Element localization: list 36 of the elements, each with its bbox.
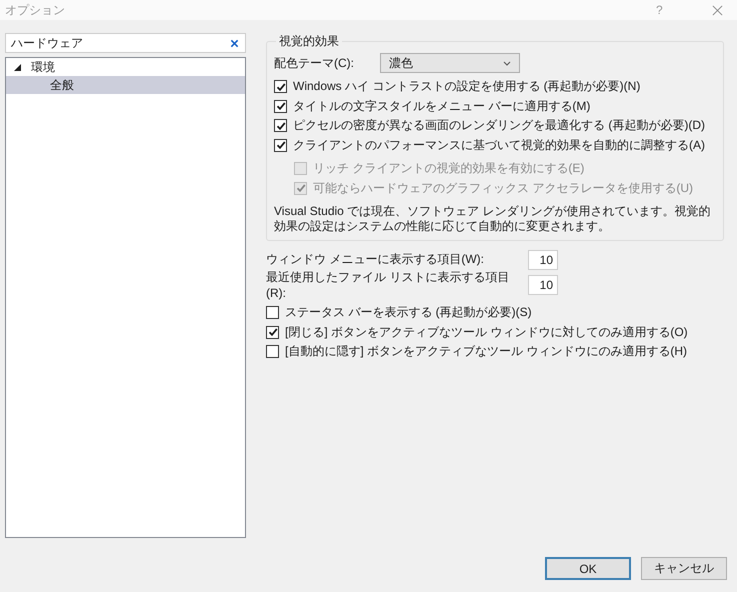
- field-label: 最近使用したファイル リストに表示する項目(R):: [266, 269, 510, 300]
- number-field[interactable]: 10: [528, 274, 558, 294]
- group-title: 視覚的効果: [278, 33, 340, 50]
- field-label: ウィンドウ メニューに表示する項目(W):: [266, 251, 485, 268]
- checkbox-label: 可能ならハードウェアのグラフィックス アクセラレータを使用する(U): [313, 180, 693, 197]
- checkbox-label: タイトルの文字スタイルをメニュー バーに適用する(M): [293, 98, 590, 115]
- close-icon[interactable]: [712, 4, 723, 16]
- expander-triangle-icon[interactable]: [14, 64, 21, 70]
- checkbox[interactable]: [274, 119, 287, 132]
- clear-icon[interactable]: [230, 38, 239, 48]
- chevron-down-icon: [503, 60, 511, 66]
- checkbox[interactable]: [274, 100, 287, 113]
- checkbox-label: [自動的に隠す] ボタンをアクティブなツール ウィンドウにのみ適用する(H): [285, 343, 687, 360]
- checkbox-label: ピクセルの密度が異なる画面のレンダリングを最適化する (再起動が必要)(D): [293, 117, 705, 134]
- dialog-button[interactable]: キャンセル: [641, 557, 727, 580]
- checkbox[interactable]: [274, 138, 287, 152]
- checkbox-label: [閉じる] ボタンをアクティブなツール ウィンドウに対してのみ適用する(O): [285, 324, 688, 341]
- field-label: 配色テーマ(C):: [274, 54, 355, 72]
- checkbox-label: クライアントのパフォーマンスに基づいて視覚的効果を自動的に調整する(A): [293, 136, 705, 154]
- tree-item-label: 環境: [31, 58, 55, 76]
- checkbox[interactable]: [266, 345, 279, 358]
- tree-item-label: 全般: [50, 76, 74, 94]
- checkbox[interactable]: [274, 80, 287, 94]
- checkbox[interactable]: [266, 306, 279, 320]
- tree-item[interactable]: 全般: [6, 76, 245, 94]
- number-field[interactable]: 10: [528, 250, 558, 270]
- checkbox[interactable]: [266, 326, 279, 339]
- theme-dropdown[interactable]: 濃色: [380, 53, 520, 73]
- search-field[interactable]: ハードウェア: [5, 33, 246, 53]
- checkbox-label: Windows ハイ コントラストの設定を使用する (再起動が必要)(N): [293, 78, 640, 96]
- dialog-button[interactable]: OK: [545, 557, 631, 580]
- window-title: オプション: [5, 2, 66, 18]
- tree-item[interactable]: 環境: [6, 58, 245, 76]
- checkbox-label: リッチ クライアントの視覚的効果を有効にする(E): [313, 160, 584, 178]
- info-text: Visual Studio では現在、ソフトウェア レンダリングが使用されています。視覚的効果の設定はシステムの性能に応じて自動的に変更されます。: [274, 204, 712, 234]
- checkbox-label: ステータス バーを表示する (再起動が必要)(S): [285, 304, 532, 322]
